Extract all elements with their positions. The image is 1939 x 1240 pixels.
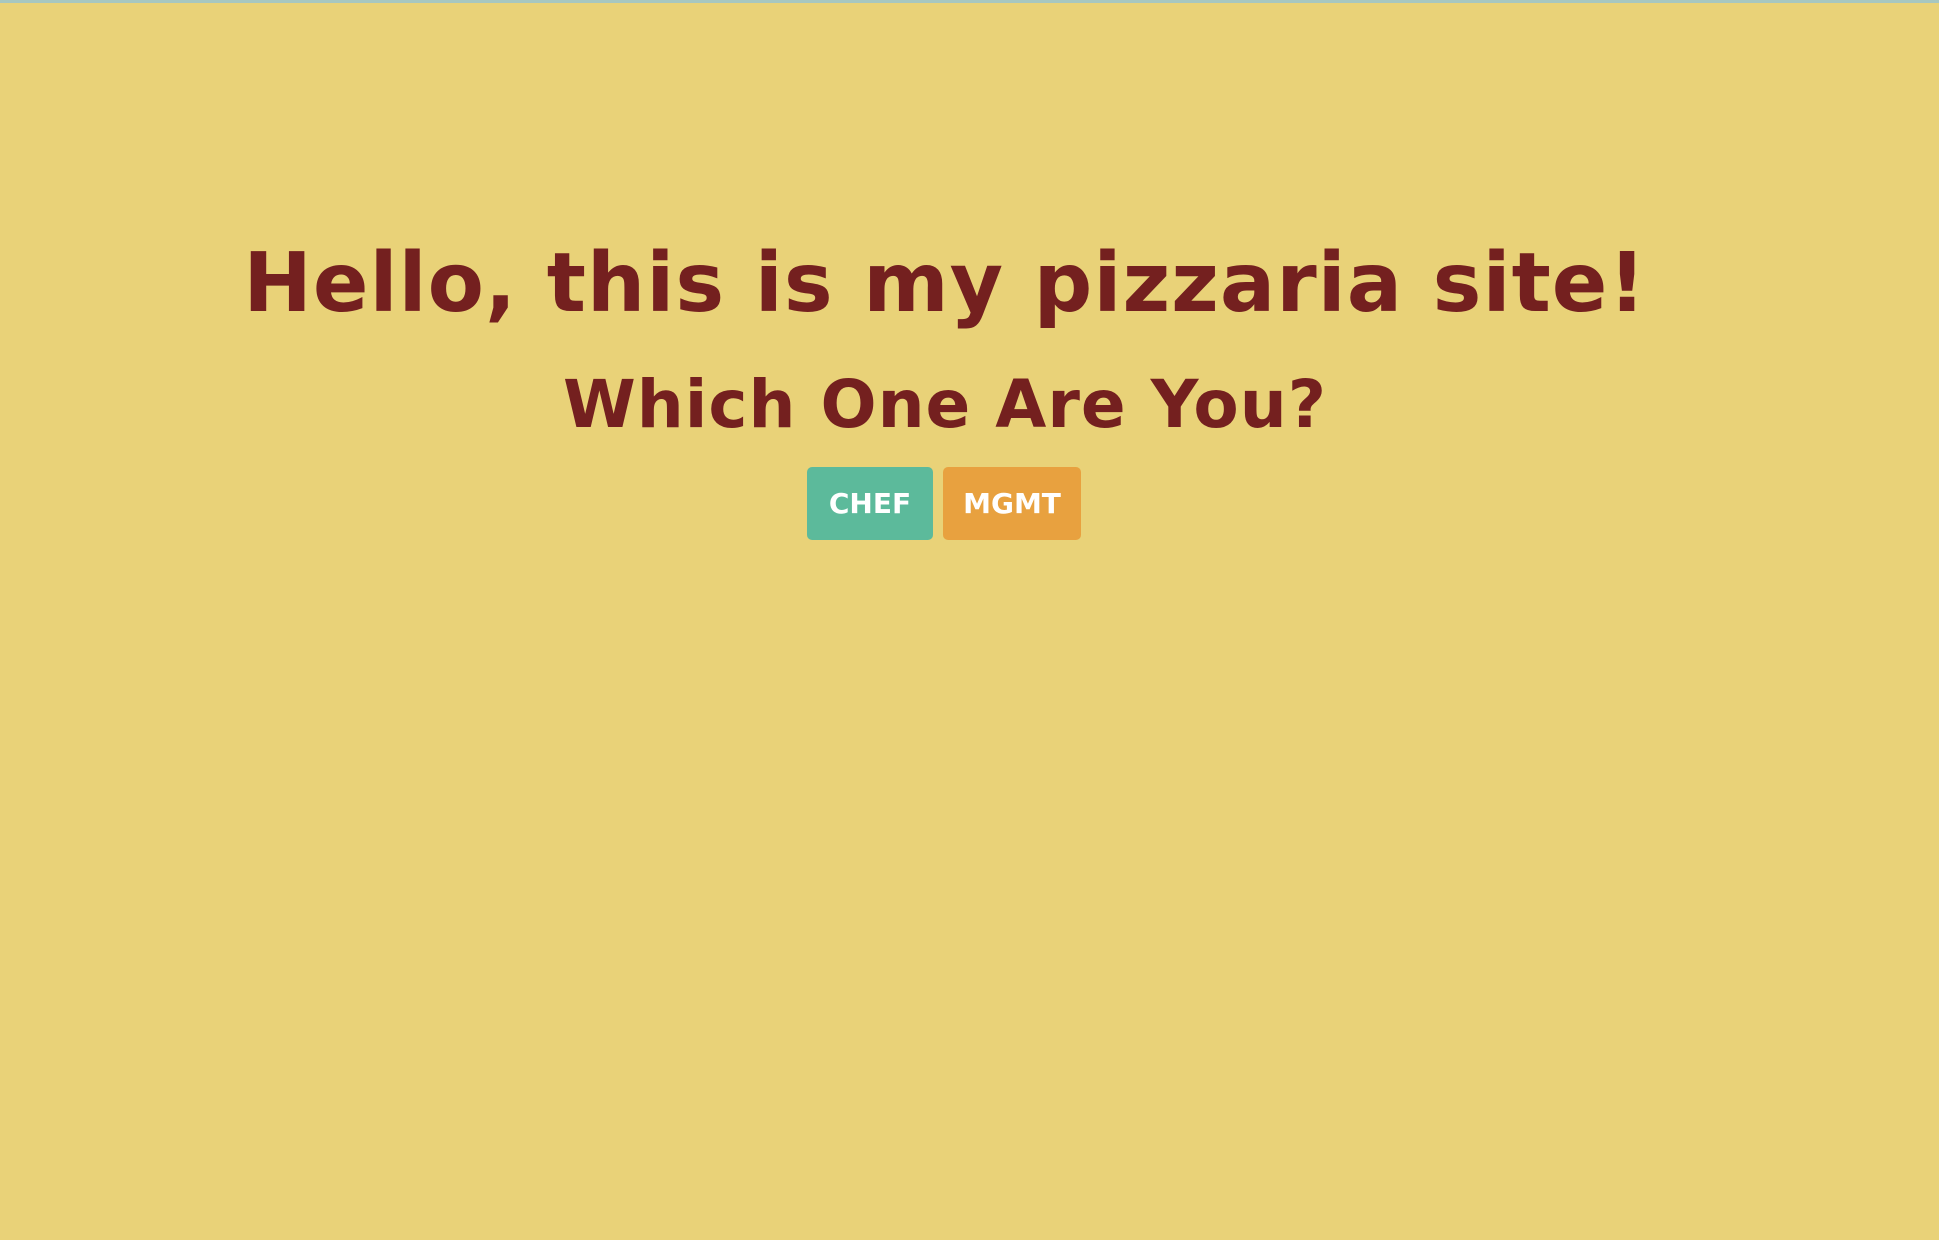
chef-button[interactable]: CHEF	[807, 467, 933, 540]
role-question: Which One Are You?	[562, 366, 1328, 443]
top-edge-divider	[0, 0, 1939, 3]
page-title: Hello, this is my pizzaria site!	[243, 236, 1647, 331]
mgmt-button[interactable]: MGMT	[943, 467, 1081, 540]
